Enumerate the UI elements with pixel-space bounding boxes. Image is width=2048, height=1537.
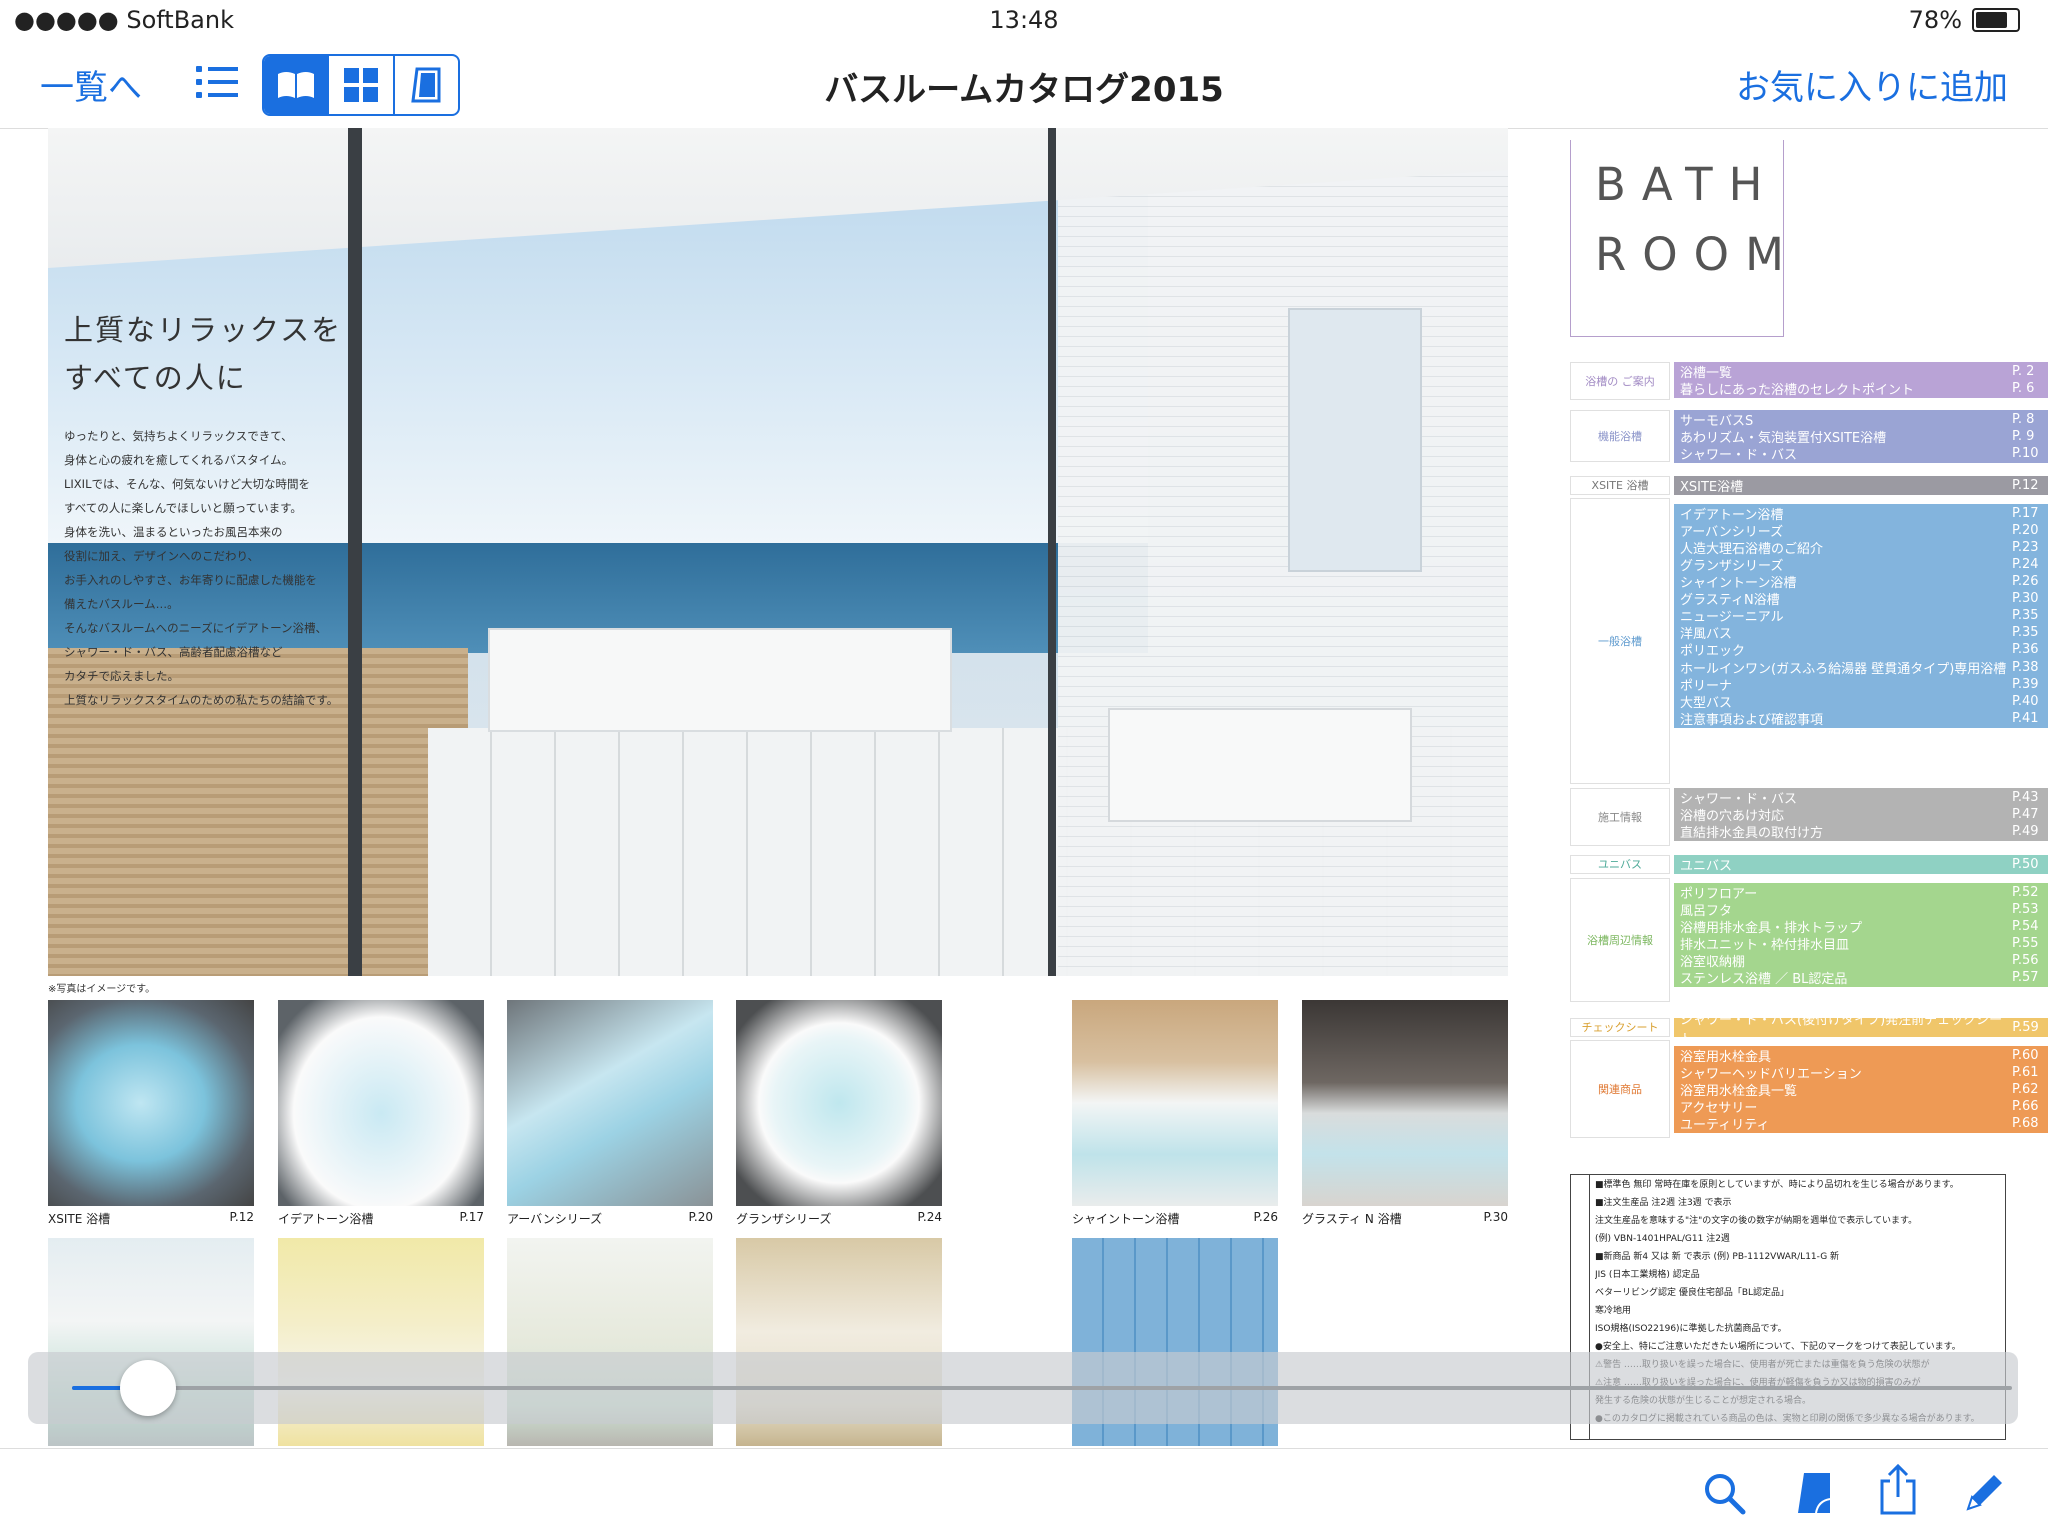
hero-photo: 上質なリラックスを すべての人に ゆったりと、気持ちよくリラックスできて、 身体… <box>48 128 1508 976</box>
hero-headline: 上質なリラックスを すべての人に <box>64 313 343 395</box>
add-to-favorites-button[interactable]: お気に入りに追加 <box>1736 60 2008 109</box>
thumbnail-urban[interactable] <box>507 1000 713 1206</box>
page-slider-bar <box>28 1352 2018 1424</box>
bathtub <box>488 628 952 732</box>
toc-row[interactable]: 暮らしにあった浴槽のセレクトポイント P. 6 <box>1674 379 2048 398</box>
toc-row[interactable]: ポリエック P.36 <box>1674 640 2048 659</box>
thumbnail-caption: グラスティ N 浴槽 P.30 <box>1302 1210 1508 1226</box>
legal-line: ■標準色 無印 常時在庫を原則としていますが、時により品切れを生じる場合がありま… <box>1595 1180 1959 1190</box>
page-slider-thumb[interactable] <box>120 1360 177 1416</box>
toc-category: 機能浴槽 <box>1570 410 1670 462</box>
mirror <box>1288 308 1422 572</box>
toc-category: 浴槽周辺情報 <box>1570 878 1670 1002</box>
toc-row[interactable]: シャワー・ド・バス P.10 <box>1674 444 2048 463</box>
thumbnail-ideatone[interactable] <box>278 1000 484 1206</box>
battery-percent: 78% <box>1908 6 1962 34</box>
toc-category: チェックシート <box>1570 1018 1670 1037</box>
toc-category: XSITE 浴槽 <box>1570 476 1670 495</box>
thumbnail-granza[interactable] <box>736 1000 942 1206</box>
toc-row[interactable]: ユニバス P.50 <box>1674 855 2048 874</box>
thumbnail-caption: アーバンシリーズ P.20 <box>507 1210 713 1226</box>
thumbnail-shinetone[interactable] <box>1072 1000 1278 1206</box>
thumbnail-caption: XSITE 浴槽 P.12 <box>48 1210 254 1226</box>
hero-copy: 上質なリラックスを すべての人に ゆったりと、気持ちよくリラックスできて、 身体… <box>64 306 394 712</box>
clock: 13:48 <box>989 6 1059 34</box>
thumbnail-caption: グランザシリーズ P.24 <box>736 1210 942 1226</box>
legal-line: ベターリビング認定 優良住宅部品「BL認定品」 <box>1595 1288 1790 1298</box>
legal-line: JIS (日本工業規格) 認定品 <box>1595 1270 1700 1280</box>
thumbnail-caption: イデアトーン浴槽 P.17 <box>278 1210 484 1226</box>
mosaic-wall <box>1058 128 1508 976</box>
toc-category: 浴槽の ご案内 <box>1570 362 1670 400</box>
legal-line: 注文生産品を意味する"注"の文字の後の数字が納期を週単位で表示しています。 <box>1595 1216 1918 1226</box>
catalog-page[interactable]: 上質なリラックスを すべての人に ゆったりと、気持ちよくリラックスできて、 身体… <box>48 128 1508 1446</box>
sink <box>1108 708 1412 822</box>
toc-row[interactable]: ユーティリティ P.68 <box>1674 1114 2048 1133</box>
page-slider-track[interactable] <box>72 1386 2012 1390</box>
status-bar: ●●●●● SoftBank 13:48 78% <box>0 0 2048 40</box>
toc-category: 施工情報 <box>1570 788 1670 846</box>
toc-category: 関連商品 <box>1570 1040 1670 1138</box>
share-icon[interactable] <box>1878 1463 1918 1519</box>
table-of-contents: BATH ROOM 浴槽の ご案内 機能浴槽 XSITE 浴槽 一般浴槽 施工情… <box>1568 128 2048 1446</box>
legal-line: (例) VBN-1401HPAL/G11 注2週 <box>1595 1234 1730 1244</box>
legal-line: 寒冷地用 <box>1595 1306 1632 1316</box>
window-frame <box>1048 128 1056 976</box>
battery-fill <box>1976 12 2008 28</box>
toc-row[interactable]: 注意事項および確認事項 P.41 <box>1674 709 2048 728</box>
battery-icon <box>1972 8 2020 32</box>
toc-row[interactable]: シャワー・ド・バス(後付けタイプ)発注前チェックシート P.59 <box>1674 1013 2048 1047</box>
hero-body-text: ゆったりと、気持ちよくリラックスできて、 身体と心の疲れを癒してくれるバスタイム… <box>64 429 339 707</box>
toc-category: 一般浴槽 <box>1570 498 1670 784</box>
toc-category: ユニバス <box>1570 855 1670 874</box>
brand-block: BATH ROOM <box>1570 140 1784 337</box>
bottom-toolbar <box>0 1448 2048 1537</box>
page-curl-icon[interactable] <box>1796 1471 1832 1519</box>
navigation-bar: 一覧へ バスルームカタログ2015 お気に入りに追加 <box>0 40 2048 129</box>
toc-row[interactable]: XSITE浴槽 P.12 <box>1674 476 2048 495</box>
thumbnail-glasty[interactable] <box>1302 1000 1508 1206</box>
thumbnail-xsite[interactable] <box>48 1000 254 1206</box>
legal-line: ■注文生産品 注2週 注3週 で表示 <box>1595 1198 1732 1208</box>
toc-row[interactable]: 直結排水金具の取付け方 P.49 <box>1674 822 2048 841</box>
pencil-icon[interactable] <box>1962 1471 2006 1519</box>
thumbnail-caption: シャイントーン浴槽 P.26 <box>1072 1210 1278 1226</box>
toc-row[interactable]: ステンレス浴槽 ／ BL認定品 P.57 <box>1674 968 2048 987</box>
legal-line: ■新商品 新4 又は 新 で表示 (例) PB-1112VWAR/L11-G 新 <box>1595 1252 1840 1262</box>
legal-line: ISO規格(ISO22196)に準拠した抗菌商品です。 <box>1595 1324 1787 1334</box>
image-note: ※写真はイメージです。 <box>48 984 156 995</box>
search-icon[interactable] <box>1702 1471 1746 1519</box>
